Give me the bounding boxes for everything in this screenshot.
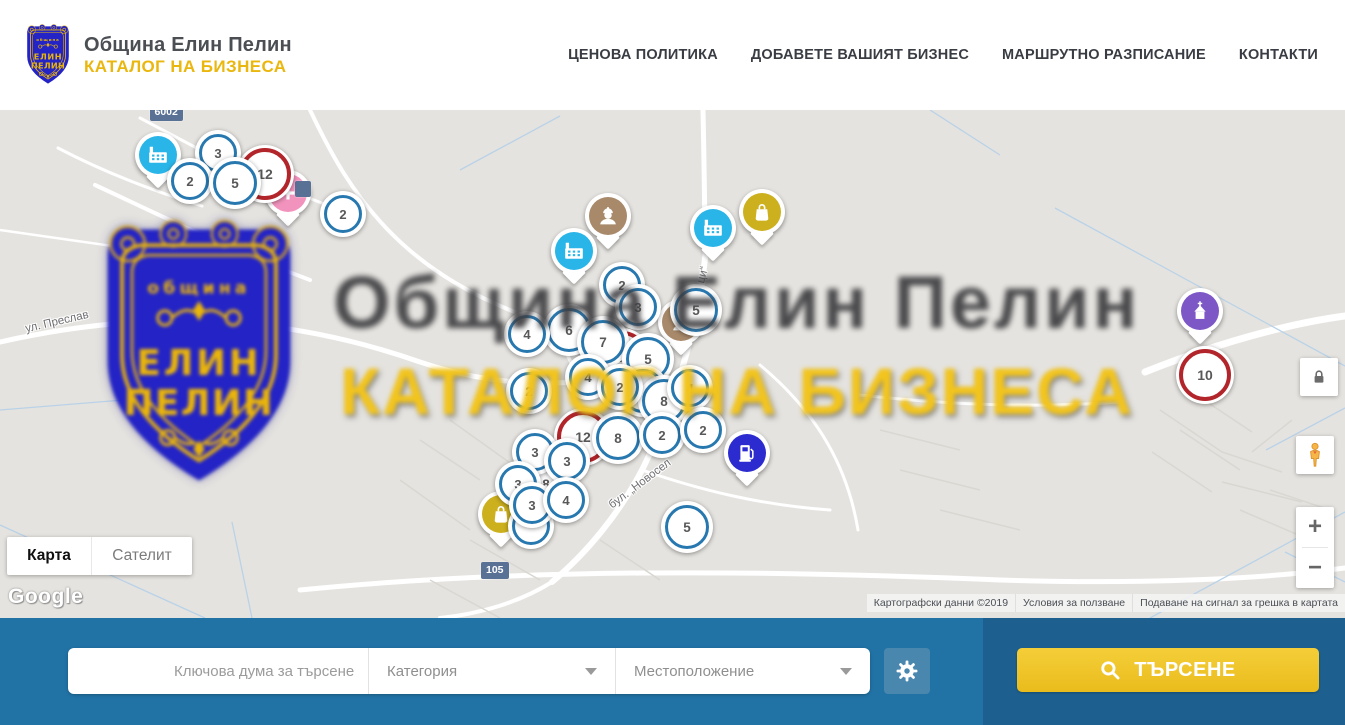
search-icon xyxy=(1100,660,1121,681)
pin-marker-factory-icon[interactable] xyxy=(690,205,736,251)
brand-org-name: Община Елин Пелин xyxy=(84,34,292,57)
cluster-marker[interactable]: 2 xyxy=(167,158,213,204)
brand-catalog-name: КАТАЛОГ НА БИЗНЕСА xyxy=(84,57,292,77)
header: община ЕЛИН ПЕЛИН Община Елин Пелин КАТА… xyxy=(0,0,1345,111)
pin-marker-bag-icon[interactable] xyxy=(739,189,785,235)
lock-icon xyxy=(1310,368,1328,386)
report-map-error-link[interactable]: Подаване на сигнал за грешка в картата xyxy=(1132,594,1345,612)
cluster-marker[interactable]: 8 xyxy=(592,412,644,464)
nav-item[interactable]: КОНТАКТИ xyxy=(1239,47,1318,63)
keyword-search-input[interactable] xyxy=(172,662,375,681)
nav-item[interactable]: ДОБАВЕТЕ ВАШИЯТ БИЗНЕС xyxy=(751,47,969,63)
map-data-copyright: Картографски данни ©2019 xyxy=(867,594,1015,612)
advanced-settings-button[interactable] xyxy=(884,648,930,694)
pegman-icon xyxy=(1305,442,1325,468)
cluster-marker[interactable]: 2 xyxy=(597,364,643,410)
cluster-marker[interactable]: 10 xyxy=(1176,346,1234,404)
site-logo[interactable]: община ЕЛИН ПЕЛИН Община Елин Пелин КАТА… xyxy=(22,22,292,88)
keyword-section xyxy=(68,648,368,694)
search-bar: Категория Местоположение xyxy=(0,618,1345,725)
map-attribution: Картографски данни ©2019Условия за ползв… xyxy=(867,594,1345,612)
pin-marker-fuel-icon[interactable] xyxy=(724,430,770,476)
map-lock-button[interactable] xyxy=(1300,358,1338,396)
cluster-marker[interactable]: 5 xyxy=(670,284,722,336)
map-type-control: Карта Сателит xyxy=(7,537,192,575)
pin-marker-worker-icon[interactable] xyxy=(585,193,631,239)
nav-item[interactable]: МАРШРУТНО РАЗПИСАНИЕ xyxy=(1002,47,1206,63)
pin-marker-church-icon[interactable] xyxy=(1177,288,1223,334)
map-type-map-button[interactable]: Карта xyxy=(7,537,92,575)
svg-text:ПЕЛИН: ПЕЛИН xyxy=(31,61,65,71)
map-type-satellite-button[interactable]: Сателит xyxy=(92,537,192,575)
cluster-marker[interactable]: 4 xyxy=(667,365,713,411)
nav-item[interactable]: ЦЕНОВА ПОЛИТИКА xyxy=(568,47,718,63)
search-submit-button[interactable]: ТЪРСЕНЕ xyxy=(1017,648,1319,692)
location-select[interactable]: Местоположение xyxy=(615,648,870,694)
category-select[interactable]: Категория xyxy=(368,648,615,694)
category-select-label: Категория xyxy=(387,663,457,680)
cluster-marker[interactable]: 2 xyxy=(320,191,366,237)
svg-text:община: община xyxy=(36,37,60,42)
zoom-control: + − xyxy=(1296,507,1334,588)
cluster-marker[interactable]: 2 xyxy=(680,407,726,453)
chevron-down-icon xyxy=(840,668,852,675)
municipality-crest-logo: община ЕЛИН ПЕЛИН xyxy=(22,22,74,88)
svg-text:ЕЛИН: ЕЛИН xyxy=(34,52,62,62)
search-field-group: Категория Местоположение xyxy=(68,648,870,694)
search-button-label: ТЪРСЕНЕ xyxy=(1134,659,1236,682)
street-view-pegman-button[interactable] xyxy=(1296,436,1334,474)
page: община ЕЛИН ПЕЛИН Община Елин Пелин КАТА… xyxy=(0,0,1345,725)
location-select-label: Местоположение xyxy=(634,663,754,680)
cluster-marker[interactable]: 4 xyxy=(543,477,589,523)
terms-of-use-link[interactable]: Условия за ползване xyxy=(1015,594,1132,612)
map-canvas[interactable]: ул. Преславбул. „Новоселци“ 6002105 1232… xyxy=(0,110,1345,618)
zoom-in-button[interactable]: + xyxy=(1296,507,1334,547)
cluster-marker[interactable]: 2 xyxy=(639,412,685,458)
google-logo[interactable]: Google xyxy=(8,585,83,609)
gear-icon xyxy=(895,659,919,683)
cluster-marker[interactable]: 5 xyxy=(209,157,261,209)
cluster-marker[interactable]: 2 xyxy=(506,368,552,414)
zoom-out-button[interactable]: − xyxy=(1296,548,1334,588)
main-nav: ЦЕНОВА ПОЛИТИКА ДОБАВЕТЕ ВАШИЯТ БИЗНЕС МАР… xyxy=(568,47,1318,63)
pin-marker-factory-icon[interactable] xyxy=(551,228,597,274)
cluster-marker[interactable]: 3 xyxy=(615,284,661,330)
chevron-down-icon xyxy=(585,668,597,675)
cluster-marker[interactable]: 4 xyxy=(504,311,550,357)
cluster-marker[interactable]: 5 xyxy=(661,501,713,553)
